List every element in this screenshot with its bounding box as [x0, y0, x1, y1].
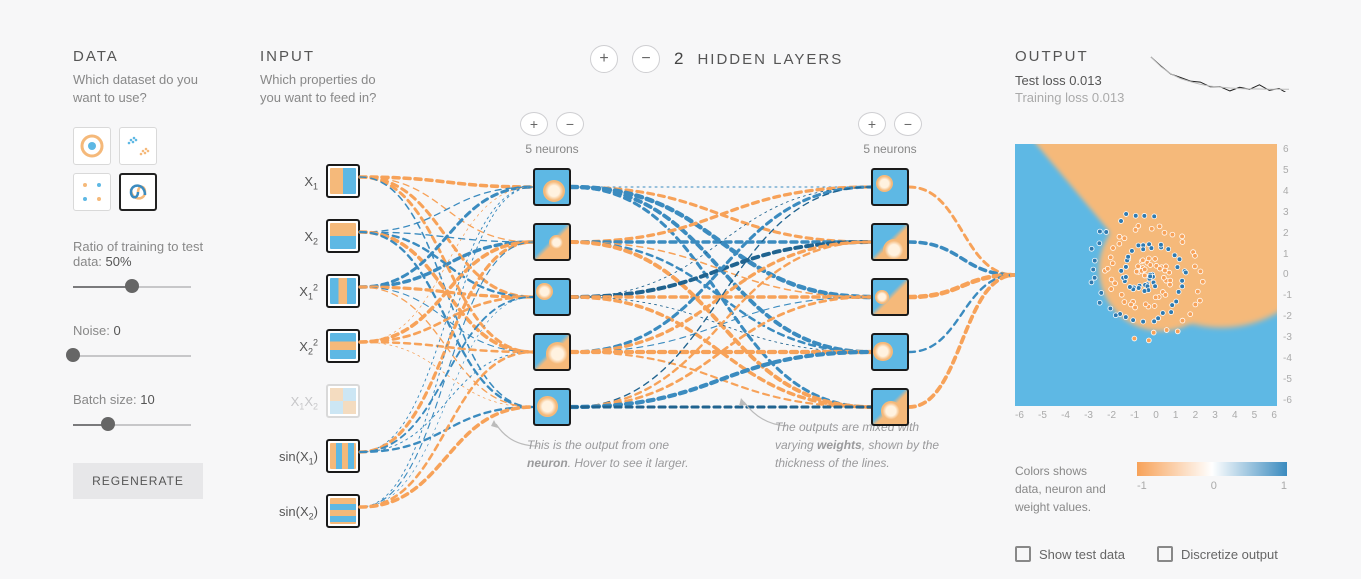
dataset-spiral[interactable]: [119, 173, 157, 211]
output-axis-y: 6 5 4 3 2 1 0 -1 -2 -3 -4 -5 -6: [1283, 144, 1303, 406]
ratio-label: Ratio of training to test data:: [73, 239, 203, 269]
axis-tick: -1: [1130, 410, 1139, 421]
feature-label-x1x2: X1X2: [291, 394, 318, 409]
output-axis-x: -6 -5 -4 -3 -2 -1 0 1 2 3 4 5 6: [1015, 410, 1277, 421]
axis-tick: -3: [1084, 410, 1093, 421]
layer2-remove-neuron-button[interactable]: −: [894, 112, 922, 136]
legend-tick: 1: [1281, 480, 1287, 492]
axis-tick: 4: [1283, 186, 1303, 197]
noise-value: 0: [113, 323, 120, 338]
feature-label-x2: X2: [304, 229, 318, 244]
data-section-title: DATA: [73, 48, 223, 65]
axis-tick: 2: [1283, 228, 1303, 239]
neuron-l2-4[interactable]: [871, 388, 909, 426]
legend-text: Colors shows data, neuron and weight val…: [1015, 462, 1115, 516]
feature-toggle-x1x2[interactable]: [326, 384, 360, 418]
noise-label: Noise:: [73, 323, 110, 338]
feature-label-sinx1: sin(X1): [279, 449, 318, 464]
axis-tick: 3: [1283, 207, 1303, 218]
ratio-value: 50%: [106, 254, 132, 269]
remove-layer-button[interactable]: −: [632, 45, 660, 73]
train-loss-label: Training loss: [1015, 90, 1088, 105]
legend-tick: -1: [1137, 480, 1147, 492]
batch-slider[interactable]: [73, 417, 191, 433]
neuron-l1-4[interactable]: [533, 388, 571, 426]
layer1-remove-neuron-button[interactable]: −: [556, 112, 584, 136]
train-loss-value: 0.013: [1092, 90, 1125, 105]
noise-slider[interactable]: [73, 348, 191, 364]
axis-tick: -2: [1107, 410, 1116, 421]
axis-tick: -5: [1038, 410, 1047, 421]
show-test-data-checkbox[interactable]: Show test data: [1015, 546, 1125, 562]
feature-label-x1sq: X12: [299, 284, 318, 299]
axis-tick: 3: [1212, 410, 1218, 421]
output-datapoints: [1015, 144, 1277, 406]
neuron-l2-0[interactable]: [871, 168, 909, 206]
input-section-title: INPUT: [260, 48, 430, 65]
dataset-picker: [73, 127, 165, 211]
neuron-l1-2[interactable]: [533, 278, 571, 316]
neuron-l1-0[interactable]: [533, 168, 571, 206]
axis-tick: -4: [1061, 410, 1070, 421]
axis-tick: 1: [1173, 410, 1179, 421]
weights-annotation: The outputs are mixed with varying weigh…: [775, 418, 945, 472]
neuron-l2-3[interactable]: [871, 333, 909, 371]
layer1-neuron-count: 5 neurons: [525, 142, 578, 156]
axis-tick: -2: [1283, 311, 1303, 322]
output-heatmap[interactable]: [1015, 144, 1277, 406]
axis-tick: 4: [1232, 410, 1238, 421]
feature-toggle-x1sq[interactable]: [326, 274, 360, 308]
axis-tick: 0: [1283, 269, 1303, 280]
dataset-gauss[interactable]: [119, 127, 157, 165]
loss-chart: [1150, 52, 1290, 92]
axis-tick: -6: [1283, 395, 1303, 406]
regenerate-button[interactable]: REGENERATE: [73, 463, 203, 499]
axis-tick: -1: [1283, 290, 1303, 301]
axis-tick: 2: [1193, 410, 1199, 421]
batch-value: 10: [140, 392, 154, 407]
layer1-add-neuron-button[interactable]: +: [520, 112, 548, 136]
hidden-layers-label: HIDDEN LAYERS: [697, 51, 843, 68]
feature-toggle-x2[interactable]: [326, 219, 360, 253]
test-loss-value: 0.013: [1069, 73, 1102, 88]
layer2-add-neuron-button[interactable]: +: [858, 112, 886, 136]
feature-label-x1: X1: [304, 174, 318, 189]
feature-label-x2sq: X22: [299, 339, 318, 354]
axis-tick: 5: [1283, 165, 1303, 176]
feature-toggle-sinx2[interactable]: [326, 494, 360, 528]
hidden-layer-count: 2: [674, 49, 683, 69]
neuron-annotation: This is the output from one neuron. Hove…: [527, 436, 697, 472]
axis-tick: 6: [1271, 410, 1277, 421]
data-section-subtitle: Which dataset do you want to use?: [73, 71, 213, 107]
axis-tick: 1: [1283, 249, 1303, 260]
dataset-xor[interactable]: [73, 173, 111, 211]
neuron-l2-2[interactable]: [871, 278, 909, 316]
feature-toggle-sinx1[interactable]: [326, 439, 360, 473]
neuron-l1-3[interactable]: [533, 333, 571, 371]
test-loss-label: Test loss: [1015, 73, 1066, 88]
axis-tick: -6: [1015, 410, 1024, 421]
feature-label-sinx2: sin(X2): [279, 504, 318, 519]
checkbox-label: Discretize output: [1181, 547, 1278, 562]
axis-tick: -5: [1283, 374, 1303, 385]
layer2-neuron-count: 5 neurons: [863, 142, 916, 156]
axis-tick: 0: [1153, 410, 1159, 421]
checkbox-label: Show test data: [1039, 547, 1125, 562]
discretize-output-checkbox[interactable]: Discretize output: [1157, 546, 1278, 562]
feature-toggle-x2sq[interactable]: [326, 329, 360, 363]
axis-tick: -4: [1283, 353, 1303, 364]
add-layer-button[interactable]: +: [590, 45, 618, 73]
ratio-slider[interactable]: [73, 279, 191, 295]
neuron-l1-1[interactable]: [533, 223, 571, 261]
color-legend: -1 0 1: [1137, 462, 1287, 492]
axis-tick: 6: [1283, 144, 1303, 155]
neuron-l2-1[interactable]: [871, 223, 909, 261]
batch-label: Batch size:: [73, 392, 137, 407]
legend-tick: 0: [1211, 480, 1217, 492]
axis-tick: 5: [1252, 410, 1258, 421]
axis-tick: -3: [1283, 332, 1303, 343]
input-section-subtitle: Which properties do you want to feed in?: [260, 71, 400, 107]
dataset-circle[interactable]: [73, 127, 111, 165]
feature-toggle-x1[interactable]: [326, 164, 360, 198]
